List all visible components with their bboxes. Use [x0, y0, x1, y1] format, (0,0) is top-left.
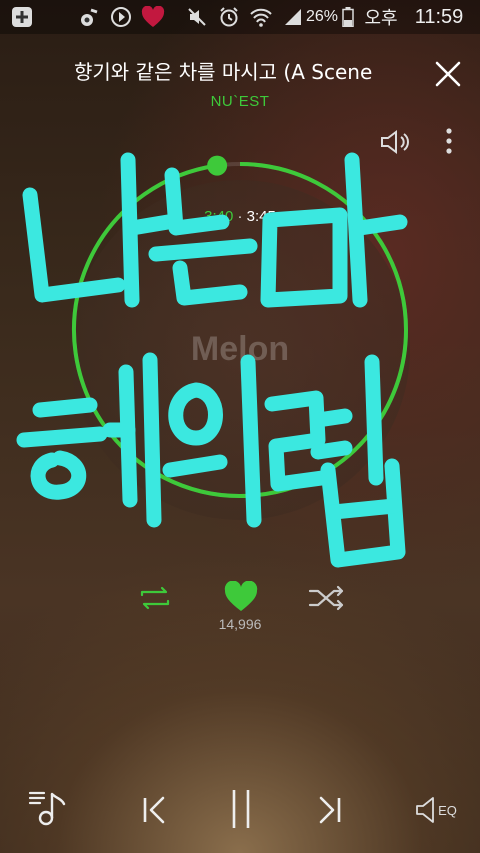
- close-button[interactable]: [430, 56, 466, 92]
- total-time: 3:45: [246, 208, 276, 225]
- song-title: 향기와 같은 차를 마시고 (A Scene: [74, 60, 373, 84]
- clock: 11:59: [414, 5, 464, 28]
- more-options-button[interactable]: [436, 124, 462, 160]
- music-note-icon: [76, 0, 102, 34]
- melon-logo: Melon: [190, 330, 290, 368]
- time-ampm: 오후: [364, 8, 398, 28]
- playlist-music-icon: [28, 791, 66, 826]
- skip-next-icon: [319, 796, 341, 824]
- equalizer-button[interactable]: EQ: [410, 792, 462, 828]
- time-display: 3:40 · 3:45: [190, 208, 290, 225]
- battery-icon: [340, 0, 356, 34]
- progress-knob[interactable]: [207, 155, 228, 176]
- like-button[interactable]: [220, 578, 262, 616]
- next-button[interactable]: [310, 790, 350, 830]
- previous-button[interactable]: [134, 790, 174, 830]
- title-row: 향기와 같은 차를 마시고 (A Scene: [0, 50, 480, 90]
- skip-previous-icon: [143, 796, 165, 824]
- shuffle-icon: [308, 585, 344, 611]
- mute-icon: [184, 0, 210, 34]
- playlist-button[interactable]: [26, 786, 70, 830]
- eq-label: EQ: [438, 802, 457, 818]
- speaker-eq-icon: [416, 797, 434, 823]
- heart-icon: [224, 581, 258, 611]
- plus-box-icon: [8, 0, 36, 34]
- battery-percent: 26%: [305, 8, 339, 25]
- repeat-icon: [140, 586, 170, 610]
- shuffle-button[interactable]: [306, 582, 348, 614]
- alarm-icon: [216, 0, 242, 34]
- artist-name[interactable]: NU`EST: [0, 93, 480, 110]
- pause-button[interactable]: [220, 786, 262, 832]
- repeat-button[interactable]: [134, 582, 176, 614]
- elapsed-time: 3:40: [204, 208, 234, 225]
- time-separator: ·: [237, 208, 243, 225]
- more-vertical-icon: [446, 128, 452, 154]
- wifi-icon: [248, 0, 274, 34]
- close-icon: [435, 61, 461, 87]
- like-count: 14,996: [218, 616, 262, 632]
- heart-icon: [140, 0, 166, 34]
- play-circle-icon: [108, 0, 134, 34]
- status-bar: 26% 오후 11:59: [0, 0, 480, 34]
- pause-icon: [232, 790, 250, 828]
- signal-icon: [282, 0, 304, 34]
